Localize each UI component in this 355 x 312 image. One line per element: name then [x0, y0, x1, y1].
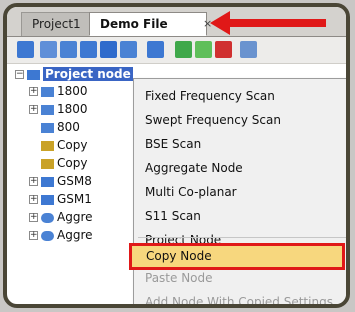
aggregate-node-icon	[41, 212, 54, 223]
menu-item-fixed-frequency-scan[interactable]: Fixed Frequency Scan	[134, 85, 346, 107]
tree-item[interactable]: Aggre	[41, 209, 93, 225]
scan-node-icon	[41, 140, 54, 151]
sweep-node-icon	[41, 104, 54, 115]
menu-separator	[138, 237, 346, 238]
run-icon[interactable]	[175, 41, 192, 58]
expand-icon[interactable]: +	[29, 213, 38, 222]
s11-icon[interactable]	[147, 41, 164, 58]
project-node-icon	[41, 194, 54, 205]
expand-icon[interactable]: +	[29, 231, 38, 240]
tree-item[interactable]: GSM1	[41, 191, 92, 207]
app-window: Project1 Demo File 2.rfx × − Project nod…	[3, 3, 350, 308]
menu-item-paste-node: Paste Node	[145, 271, 213, 285]
tree-root-label: Project node	[43, 67, 133, 81]
project-icon	[27, 69, 40, 80]
tree-item[interactable]: 800	[41, 119, 80, 135]
expand-icon[interactable]: +	[29, 105, 38, 114]
sweep-node-icon	[41, 86, 54, 97]
menu-item-multi-co-planar[interactable]: Multi Co-planar	[134, 181, 346, 203]
tree-item[interactable]: 1800	[41, 83, 88, 99]
project-tree: − Project node + 1800 + 1800 800 Copy Co…	[7, 65, 133, 304]
wave-icon[interactable]	[40, 41, 57, 58]
expand-icon[interactable]: +	[29, 87, 38, 96]
bse-icon[interactable]	[80, 41, 97, 58]
context-menu: Fixed Frequency Scan Swept Frequency Sca…	[129, 78, 346, 308]
sweep-node-icon	[41, 122, 54, 133]
tree-item[interactable]: Copy	[41, 155, 87, 171]
menu-item-bse-scan[interactable]: BSE Scan	[134, 133, 346, 155]
menu-item-s11-scan[interactable]: S11 Scan	[134, 205, 346, 227]
tree-item[interactable]: Aggre	[41, 227, 93, 243]
menu-item-aggregate-node[interactable]: Aggregate Node	[134, 157, 346, 179]
tree-icon[interactable]	[17, 41, 34, 58]
toolbar	[7, 37, 346, 64]
run-next-icon[interactable]	[195, 41, 212, 58]
sweep-icon[interactable]	[60, 41, 77, 58]
expand-icon[interactable]: +	[29, 177, 38, 186]
lut-icon[interactable]	[100, 41, 117, 58]
tab-project1[interactable]: Project1	[21, 12, 93, 36]
tree-item[interactable]: Copy	[41, 137, 87, 153]
tab-demo-file[interactable]: Demo File 2.rfx	[89, 12, 207, 53]
settings-icon[interactable]	[240, 41, 257, 58]
multi-icon[interactable]	[120, 41, 137, 58]
tree-item[interactable]: GSM8	[41, 173, 92, 189]
menu-item-swept-frequency-scan[interactable]: Swept Frequency Scan	[134, 109, 346, 131]
tree-root[interactable]: Project node	[27, 66, 133, 82]
tree-item[interactable]: 1800	[41, 101, 88, 117]
menu-item-add-node-with-copied-settings: Add Node With Copied Settings	[145, 295, 333, 308]
aggregate-node-icon	[41, 230, 54, 241]
scan-node-icon	[41, 158, 54, 169]
stop-icon[interactable]	[215, 41, 232, 58]
collapse-icon[interactable]: −	[15, 70, 24, 79]
expand-icon[interactable]: +	[29, 195, 38, 204]
menu-item-copy-node[interactable]: Copy Node	[129, 243, 345, 270]
project-node-icon	[41, 176, 54, 187]
